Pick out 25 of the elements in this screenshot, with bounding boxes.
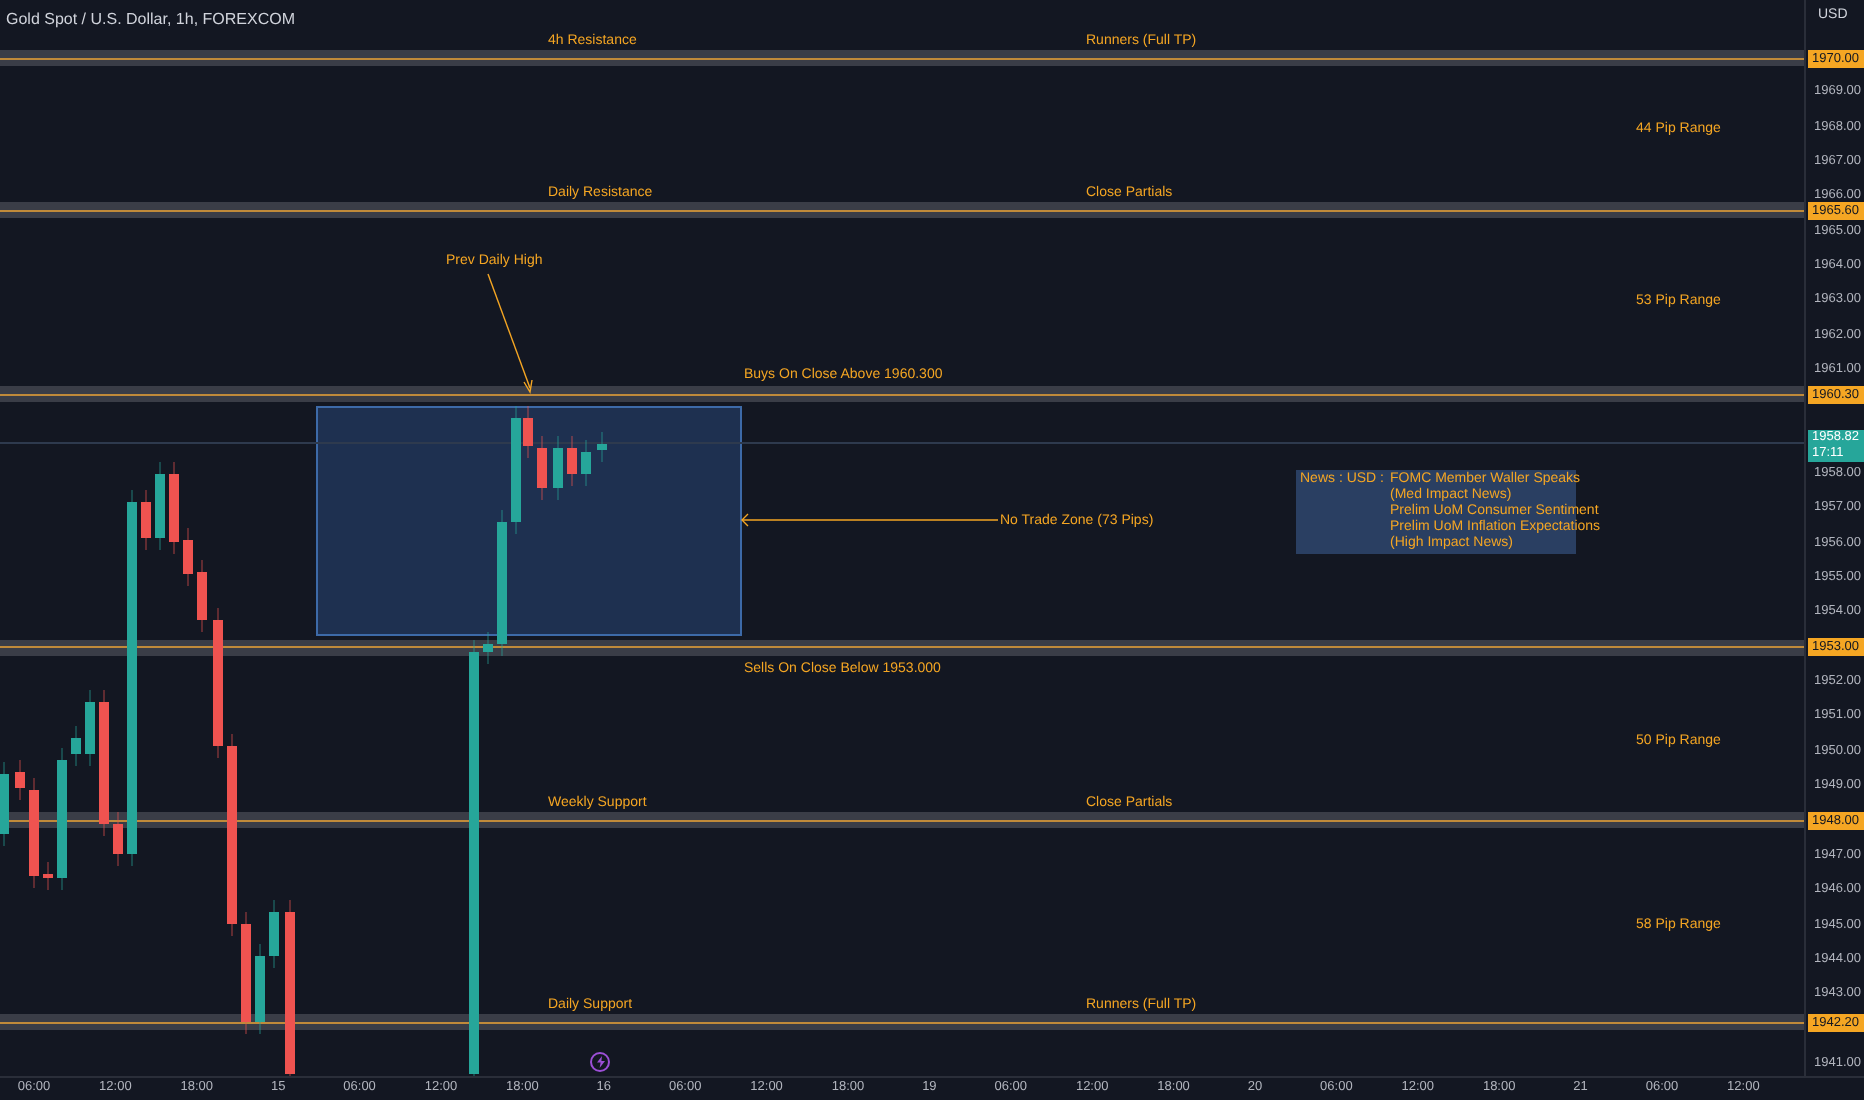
- candle: [255, 943, 265, 1035]
- candle: [183, 527, 193, 587]
- candle: [15, 759, 25, 801]
- candle: [269, 899, 279, 969]
- lightning-icon: [590, 1052, 610, 1072]
- candle: [85, 689, 95, 767]
- candle: [169, 461, 179, 555]
- candle: [155, 461, 165, 551]
- candle: [483, 631, 493, 665]
- candle: [537, 435, 547, 501]
- candle: [43, 861, 53, 891]
- candle: [567, 435, 577, 487]
- candle: [581, 439, 591, 487]
- chart-title: Gold Spot / U.S. Dollar, 1h, FOREXCOM: [6, 8, 295, 32]
- candle: [57, 747, 67, 891]
- candle: [597, 431, 607, 463]
- candle: [141, 489, 151, 551]
- candle: [113, 811, 123, 867]
- candle: [553, 435, 563, 501]
- candle: [197, 559, 207, 633]
- candle: [241, 911, 251, 1035]
- candle: [71, 725, 81, 767]
- candle: [29, 777, 39, 889]
- leader-line: [486, 272, 534, 396]
- candle: [0, 761, 9, 847]
